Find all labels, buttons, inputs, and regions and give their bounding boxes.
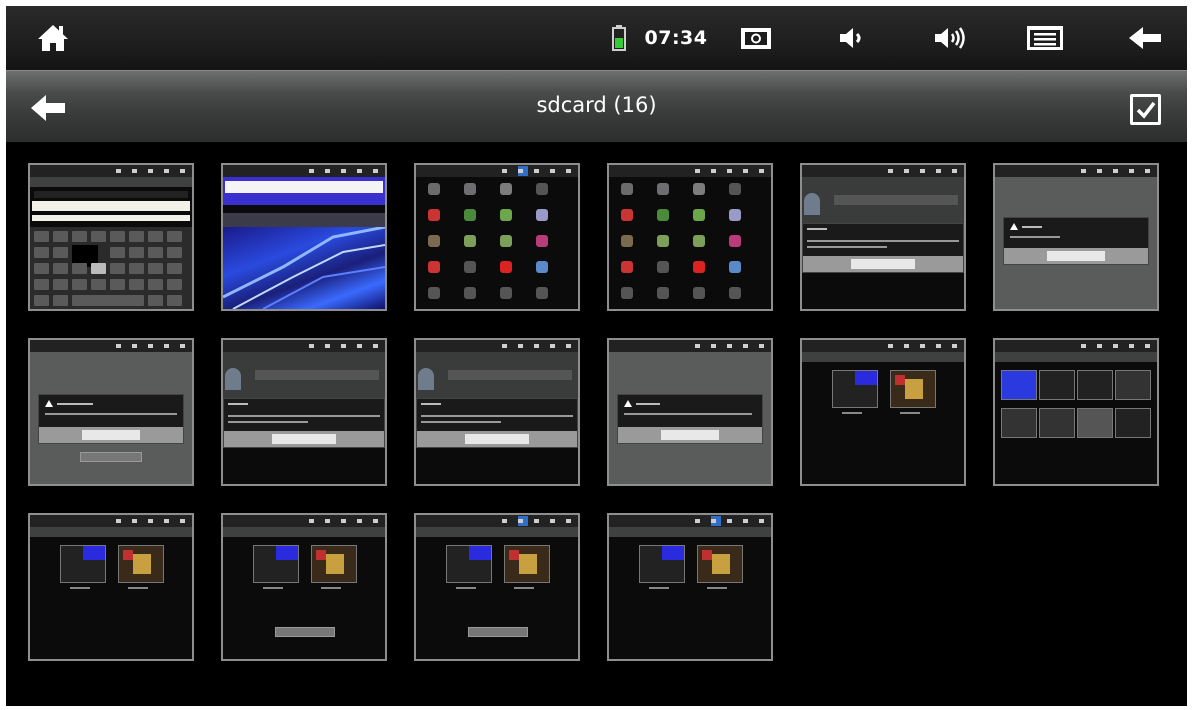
thumbnail[interactable] <box>607 338 773 486</box>
thumbnail[interactable] <box>607 163 773 311</box>
thumbnail[interactable] <box>221 513 387 661</box>
thumbnail[interactable] <box>221 163 387 311</box>
thumbnail[interactable] <box>414 163 580 311</box>
thumbnail[interactable] <box>993 338 1159 486</box>
menu-icon[interactable] <box>1022 6 1068 70</box>
volume-down-icon[interactable] <box>832 6 872 70</box>
thumbnail[interactable] <box>607 513 773 661</box>
screen: 07:34 sdcard (16) <box>6 6 1187 706</box>
thumbnail[interactable] <box>28 338 194 486</box>
thumbnail[interactable] <box>800 163 966 311</box>
clock: 07:34 <box>641 6 711 70</box>
thumbnail[interactable] <box>993 163 1159 311</box>
battery-icon <box>604 6 634 70</box>
status-bar: 07:34 <box>6 6 1187 70</box>
screenshot-icon[interactable] <box>736 6 776 70</box>
title-bar: sdcard (16) <box>6 70 1187 142</box>
home-icon[interactable] <box>28 6 78 70</box>
back-icon[interactable] <box>1122 6 1168 70</box>
page-title: sdcard (16) <box>536 93 657 117</box>
checkbox-checked-icon[interactable] <box>1130 94 1161 125</box>
thumbnail[interactable] <box>414 513 580 661</box>
thumbnail[interactable] <box>28 513 194 661</box>
volume-up-icon[interactable] <box>928 6 972 70</box>
thumbnail[interactable] <box>28 163 194 311</box>
thumbnail[interactable] <box>414 338 580 486</box>
thumbnail[interactable] <box>800 338 966 486</box>
clock-text: 07:34 <box>644 27 708 49</box>
thumbnail[interactable] <box>221 338 387 486</box>
